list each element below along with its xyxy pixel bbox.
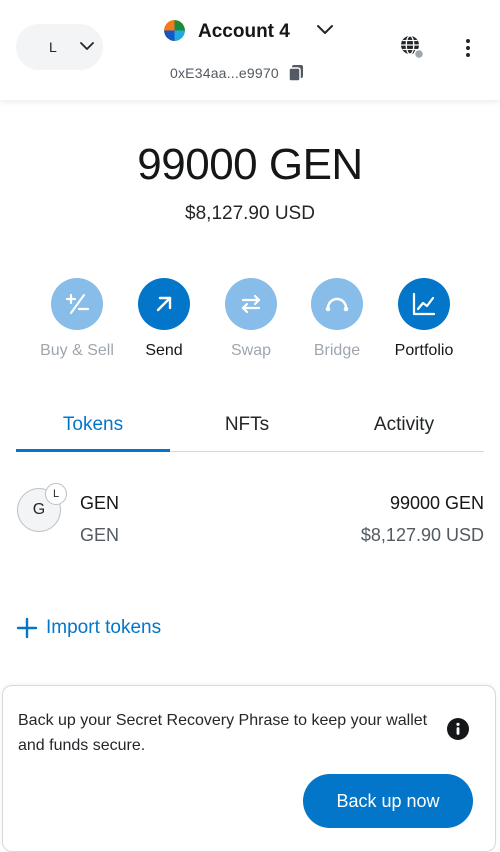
token-list-item[interactable]: G L GEN GEN 99000 GEN $8,127.90 USD: [0, 476, 500, 556]
account-address: 0xE34aa...e9970: [170, 65, 279, 81]
account-name: Account 4: [198, 21, 290, 42]
globe-connection-icon[interactable]: [398, 33, 426, 61]
chart-icon: [412, 292, 436, 316]
token-name: GEN: [80, 493, 120, 513]
swap-label: Swap: [230, 342, 272, 359]
buy-sell-circle: [51, 278, 103, 330]
portfolio-button[interactable]: Portfolio: [379, 278, 469, 368]
token-fiat-value: $8,127.90 USD: [360, 525, 484, 545]
token-symbol: GEN: [80, 525, 120, 545]
buy-sell-button[interactable]: Buy & Sell: [32, 278, 122, 368]
tab-activity[interactable]: Activity: [324, 414, 484, 452]
token-balance: 99000 GEN: [389, 493, 484, 513]
account-menu-button[interactable]: Account 4: [164, 18, 340, 48]
swap-button[interactable]: Swap: [206, 278, 296, 368]
send-circle: [138, 278, 190, 330]
plus-minus-icon: [65, 293, 90, 314]
arrow-up-right-icon: [156, 296, 172, 312]
bridge-circle: [311, 278, 363, 330]
plus-icon: [16, 617, 38, 639]
send-button[interactable]: Send: [119, 278, 209, 368]
app-header: L Account 4 0xE34aa...e9970: [0, 0, 500, 100]
copy-icon[interactable]: [287, 64, 305, 82]
account-address-button[interactable]: 0xE34aa...e9970: [170, 62, 305, 84]
bridge-icon: [325, 297, 349, 312]
buy-sell-label: Buy & Sell: [40, 342, 114, 359]
wallet-actions: Buy & Sell Send Swap Bridge Portfolio: [0, 278, 500, 368]
secondary-balance: $8,127.90 USD: [185, 203, 315, 224]
portfolio-label: Portfolio: [394, 342, 454, 359]
chevron-down-icon: [80, 42, 94, 50]
account-avatar: [164, 20, 185, 41]
portfolio-circle: [398, 278, 450, 330]
swap-arrows-icon: [241, 294, 261, 314]
asset-tabs: Tokens NFTs Activity: [16, 404, 484, 452]
bridge-button[interactable]: Bridge: [292, 278, 382, 368]
bridge-label: Bridge: [313, 342, 361, 359]
info-icon[interactable]: [447, 718, 469, 740]
import-tokens-link[interactable]: Import tokens: [16, 615, 161, 641]
tab-nfts[interactable]: NFTs: [170, 414, 324, 452]
chevron-down-icon: [317, 25, 333, 34]
network-picker[interactable]: L: [16, 24, 103, 70]
back-up-now-button[interactable]: Back up now: [303, 774, 473, 828]
active-tab-indicator: [16, 449, 170, 452]
token-network-badge: L: [45, 483, 67, 505]
more-options-icon[interactable]: [458, 37, 478, 59]
primary-balance: 99000 GEN: [137, 140, 363, 189]
backup-reminder-message: Back up your Secret Recovery Phrase to k…: [18, 712, 428, 754]
swap-circle: [225, 278, 277, 330]
send-label: Send: [145, 342, 183, 359]
tab-tokens[interactable]: Tokens: [16, 414, 170, 452]
backup-reminder-card: Back up your Secret Recovery Phrase to k…: [2, 685, 496, 852]
import-tokens-label: Import tokens: [46, 617, 162, 638]
network-avatar-letter: L: [49, 39, 57, 55]
